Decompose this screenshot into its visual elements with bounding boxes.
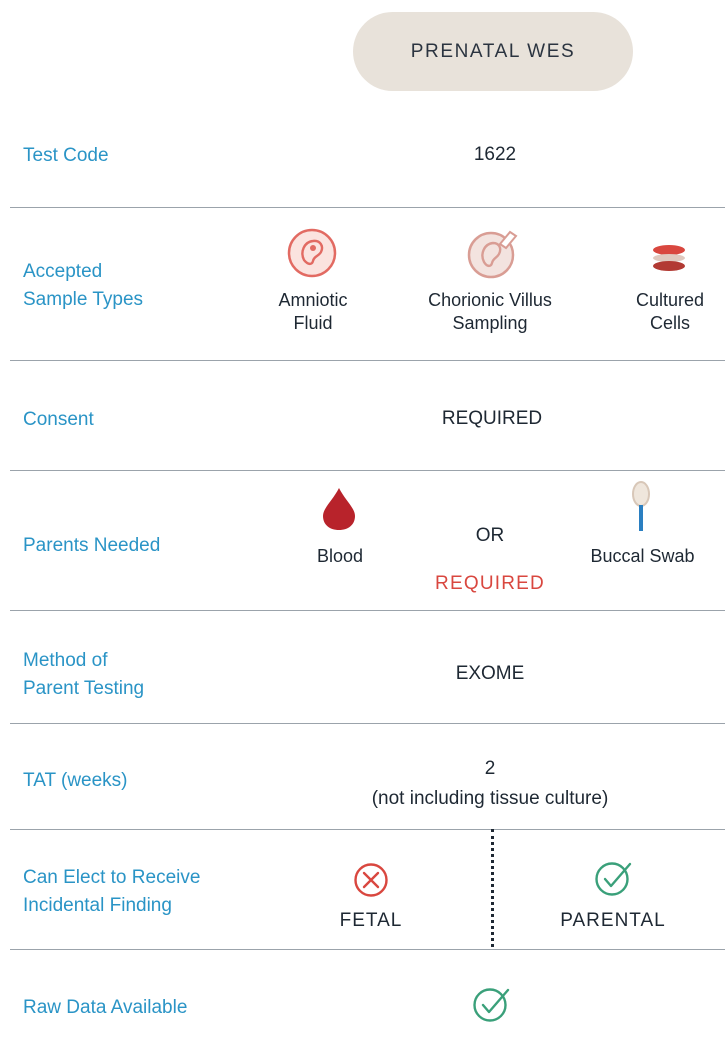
divider <box>10 949 725 950</box>
test-title: PRENATAL WES <box>410 40 576 62</box>
tat-value: 2 <box>484 758 496 779</box>
parent-sample-blood: Blood <box>316 546 364 566</box>
divider <box>10 207 725 208</box>
parents-or: OR <box>475 525 505 546</box>
incidental-label: Can Elect to Receive Incidental Finding <box>23 867 201 916</box>
parents-required-status: REQUIRED <box>435 573 545 594</box>
buccal-swab-icon <box>632 481 650 531</box>
parent-sample-buccal-swab: Buccal Swab <box>590 546 695 566</box>
divider <box>10 723 725 724</box>
method-value: EXOME <box>455 663 525 684</box>
tat-note: (not including tissue culture) <box>371 788 609 809</box>
sample-chorionic-villus: Chorionic Villus Sampling <box>428 290 552 333</box>
sample-types-label: Accepted Sample Types <box>23 261 144 310</box>
sample-cultured-cells: Cultured Cells <box>635 290 705 333</box>
parents-needed-label: Parents Needed <box>23 535 161 556</box>
raw-data-label: Raw Data Available <box>23 997 188 1018</box>
check-circle-icon <box>473 988 510 1022</box>
chorionic-villus-icon <box>467 230 518 279</box>
test-code-label: Test Code <box>23 145 109 166</box>
blood-drop-icon <box>323 488 355 530</box>
divider <box>10 610 725 611</box>
amniotic-fluid-icon <box>287 228 337 278</box>
cultured-cells-icon <box>653 245 685 271</box>
sample-amniotic-fluid: Amniotic Fluid <box>278 290 348 333</box>
tat-value-block: 2 (not including tissue culture) <box>250 754 725 814</box>
check-circle-icon <box>595 862 632 896</box>
divider <box>10 829 725 830</box>
divider <box>10 470 725 471</box>
test-title-pill: PRENATAL WES <box>353 12 633 91</box>
incidental-fetal: FETAL <box>339 910 403 931</box>
divider <box>10 360 725 361</box>
x-circle-icon <box>354 863 388 897</box>
consent-label: Consent <box>23 409 94 430</box>
consent-value: REQUIRED <box>441 408 543 429</box>
test-code-value: 1622 <box>473 144 517 165</box>
incidental-parental: PARENTAL <box>560 910 666 931</box>
tat-label: TAT (weeks) <box>23 770 128 791</box>
method-label: Method of Parent Testing <box>23 650 145 699</box>
incidental-separator <box>491 829 494 947</box>
